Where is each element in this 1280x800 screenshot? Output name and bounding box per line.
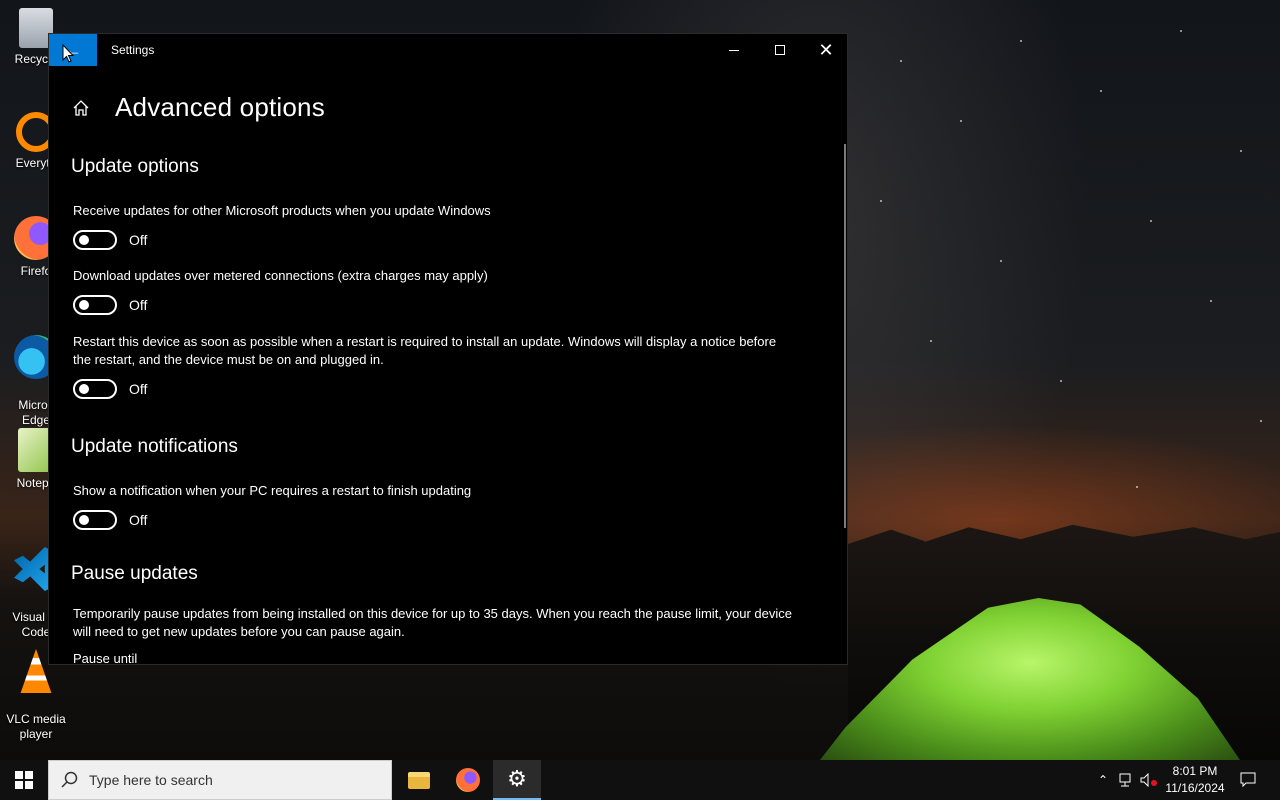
toggle-switch-other-products[interactable] <box>73 230 117 250</box>
minimize-icon <box>729 49 739 51</box>
maximize-icon <box>775 45 785 55</box>
search-icon <box>61 771 78 788</box>
taskbar-file-explorer[interactable] <box>395 760 443 800</box>
minimize-button[interactable] <box>711 34 757 66</box>
taskbar: Type here to search ⚙ ⌃ 8:01 PM 11/16/20… <box>0 760 1280 800</box>
clock-date: 11/16/2024 <box>1165 781 1225 795</box>
scrollbar[interactable] <box>844 144 846 528</box>
action-center-button[interactable] <box>1234 760 1262 800</box>
toggle-state: Off <box>129 232 148 248</box>
setting-label-metered: Download updates over metered connection… <box>73 268 488 283</box>
settings-window: ← Settings ✕ Advanced options Update opt… <box>48 33 848 665</box>
network-tray-icon[interactable] <box>1116 760 1138 800</box>
notification-icon <box>1240 772 1256 788</box>
toggle-switch-metered[interactable] <box>73 295 117 315</box>
taskbar-settings[interactable]: ⚙ <box>493 760 541 800</box>
desktop-icon-label: VLC media player <box>6 712 66 741</box>
mouse-cursor-icon <box>62 44 74 63</box>
close-icon: ✕ <box>818 39 834 60</box>
toggle-switch-restart-notification[interactable] <box>73 510 117 530</box>
close-button[interactable]: ✕ <box>803 34 847 66</box>
toggle-state: Off <box>129 297 148 313</box>
gear-icon: ⚙ <box>507 766 527 791</box>
page-title: Advanced options <box>115 92 325 122</box>
window-title: Settings <box>111 43 155 57</box>
title-bar[interactable]: ← Settings ✕ <box>49 34 847 66</box>
start-button[interactable] <box>0 760 48 800</box>
toggle-row-other-products[interactable]: Off <box>73 230 147 250</box>
search-placeholder: Type here to search <box>89 772 213 788</box>
setting-label-other-products: Receive updates for other Microsoft prod… <box>73 203 491 218</box>
taskbar-clock[interactable]: 8:01 PM 11/16/2024 <box>1160 763 1230 797</box>
toggle-switch-restart[interactable] <box>73 379 117 399</box>
speaker-muted-icon <box>1140 773 1157 787</box>
taskbar-firefox[interactable] <box>444 760 492 800</box>
chevron-up-icon: ⌃ <box>1097 773 1109 787</box>
toggle-state: Off <box>129 381 148 397</box>
folder-icon <box>408 771 430 789</box>
toggle-row-restart-notification[interactable]: Off <box>73 510 147 530</box>
page-header: Advanced options <box>71 92 325 123</box>
section-title-pause-updates: Pause updates <box>71 563 198 584</box>
section-title-update-options: Update options <box>71 156 199 177</box>
show-hidden-icons-button[interactable]: ⌃ <box>1092 760 1114 800</box>
volume-tray-icon[interactable] <box>1138 760 1160 800</box>
windows-logo-icon <box>15 771 33 789</box>
clock-time: 8:01 PM <box>1172 764 1218 778</box>
setting-label-restart: Restart this device as soon as possible … <box>73 334 777 367</box>
network-icon <box>1119 773 1131 787</box>
pause-updates-description: Temporarily pause updates from being ins… <box>73 606 793 639</box>
toggle-row-restart[interactable]: Off <box>73 379 147 399</box>
maximize-button[interactable] <box>757 34 803 66</box>
toggle-row-metered[interactable]: Off <box>73 295 147 315</box>
taskbar-search-box[interactable]: Type here to search <box>48 760 392 800</box>
firefox-icon <box>456 768 480 792</box>
toggle-state: Off <box>129 512 148 528</box>
pause-until-label: Pause until <box>73 651 138 665</box>
setting-label-restart-notification: Show a notification when your PC require… <box>73 483 472 498</box>
section-title-update-notifications: Update notifications <box>71 436 238 457</box>
home-icon[interactable] <box>71 98 91 118</box>
